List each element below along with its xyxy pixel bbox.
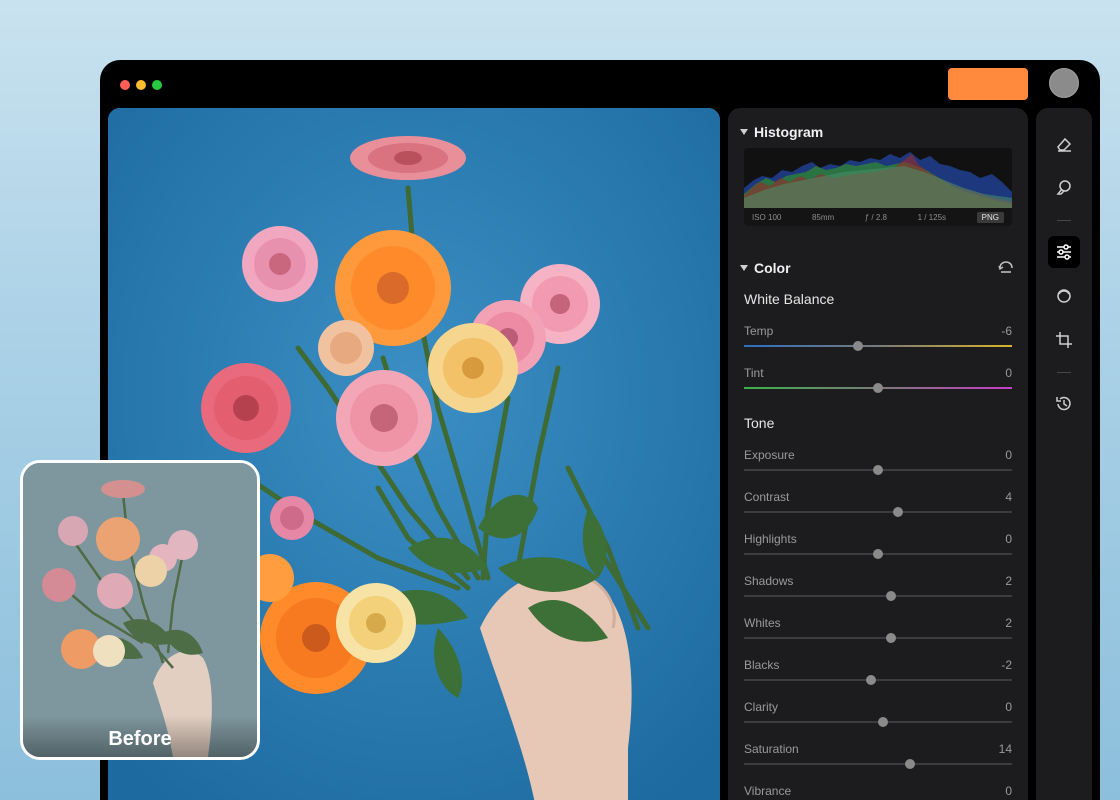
focal-length-value: 85mm	[811, 212, 835, 222]
slider-highlights[interactable]: Highlights 0	[744, 532, 1012, 562]
slider-thumb[interactable]	[873, 383, 883, 393]
color-title: Color	[754, 260, 791, 276]
slider-label: Contrast	[744, 490, 790, 504]
retouch-brush-icon	[1056, 180, 1071, 195]
slider-thumb[interactable]	[866, 675, 877, 685]
slider-thumb[interactable]	[893, 507, 904, 517]
slider-label: Whites	[744, 616, 781, 630]
iso-value: ISO 100	[752, 212, 782, 222]
slider-vibrance[interactable]: Vibrance 0	[744, 784, 1012, 800]
slider-thumb[interactable]	[878, 717, 889, 727]
slider-track[interactable]	[744, 595, 1012, 597]
slider-thumb[interactable]	[873, 549, 883, 559]
slider-value: 0	[1005, 366, 1012, 380]
slider-thumb[interactable]	[886, 591, 897, 601]
slider-label: Clarity	[744, 700, 779, 714]
history-icon	[1056, 396, 1071, 411]
before-preview[interactable]: Before	[20, 460, 260, 760]
face-retouch-icon	[1057, 289, 1071, 303]
color-header[interactable]: Color	[740, 260, 791, 276]
avatar[interactable]	[1049, 68, 1079, 98]
rail-divider	[1057, 220, 1071, 221]
minimize-window-button[interactable]	[136, 80, 146, 90]
histogram-chart: ISO 100 85mm ƒ / 2.8 1 / 125s PNG	[744, 148, 1012, 226]
slider-tint[interactable]: Tint 0	[744, 366, 1012, 396]
aperture-value: ƒ / 2.8	[864, 212, 887, 222]
eraser-icon	[1057, 137, 1072, 152]
slider-value: 2	[1005, 574, 1012, 588]
format-badge: PNG	[976, 211, 1004, 223]
tone-title: Tone	[744, 415, 775, 431]
export-button[interactable]	[948, 68, 1028, 100]
slider-value: 14	[998, 742, 1012, 756]
slider-label: Temp	[744, 324, 774, 338]
slider-label: Shadows	[744, 574, 794, 588]
slider-label: Blacks	[744, 658, 780, 672]
slider-thumb[interactable]	[852, 341, 863, 351]
slider-thumb[interactable]	[886, 633, 897, 643]
slider-label: Saturation	[744, 742, 799, 756]
eraser-tool[interactable]	[1048, 128, 1080, 160]
white-balance-title: White Balance	[744, 291, 835, 307]
tool-rail	[1036, 108, 1092, 800]
shutter-value: 1 / 125s	[917, 212, 947, 222]
histogram-title: Histogram	[754, 124, 824, 140]
maximize-window-button[interactable]	[152, 80, 162, 90]
slider-whites[interactable]: Whites 2	[744, 616, 1012, 646]
crop-icon	[1056, 332, 1072, 348]
slider-label: Highlights	[744, 532, 797, 546]
slider-blacks[interactable]: Blacks -2	[744, 658, 1012, 688]
slider-value: 0	[1005, 532, 1012, 546]
collapse-caret-icon	[740, 129, 748, 135]
slider-track[interactable]	[744, 345, 1012, 347]
reset-icon[interactable]	[998, 260, 1014, 274]
histogram-meta: ISO 100 85mm ƒ / 2.8 1 / 125s PNG	[744, 208, 1012, 226]
slider-shadows[interactable]: Shadows 2	[744, 574, 1012, 604]
adjustments-tool[interactable]	[1048, 236, 1080, 268]
slider-temp[interactable]: Temp -6	[744, 324, 1012, 354]
slider-track[interactable]	[744, 637, 1012, 639]
slider-value: -6	[1001, 324, 1012, 338]
slider-clarity[interactable]: Clarity 0	[744, 700, 1012, 730]
close-window-button[interactable]	[120, 80, 130, 90]
collapse-caret-icon	[740, 265, 748, 271]
slider-track[interactable]	[744, 679, 1012, 681]
slider-label: Tint	[744, 366, 764, 380]
slider-value: 4	[1005, 490, 1012, 504]
slider-value: 0	[1005, 700, 1012, 714]
rail-divider	[1057, 372, 1071, 373]
slider-saturation[interactable]: Saturation 14	[744, 742, 1012, 772]
histogram-graph	[744, 152, 1012, 210]
crop-tool[interactable]	[1048, 324, 1080, 356]
slider-value: 0	[1005, 784, 1012, 798]
adjustments-panel: Histogram ISO 100 85mm ƒ / 2.8 1 / 125s …	[728, 108, 1028, 800]
adjustments-icon	[1057, 244, 1071, 260]
slider-value: 2	[1005, 616, 1012, 630]
slider-thumb[interactable]	[905, 759, 916, 769]
slider-label: Exposure	[744, 448, 795, 462]
slider-label: Vibrance	[744, 784, 792, 798]
histogram-header[interactable]: Histogram	[740, 124, 823, 140]
slider-contrast[interactable]: Contrast 4	[744, 490, 1012, 520]
slider-track[interactable]	[744, 763, 1012, 765]
retouch-tool[interactable]	[1048, 172, 1080, 204]
before-label: Before	[23, 715, 257, 757]
slider-exposure[interactable]: Exposure 0	[744, 448, 1012, 478]
window-controls	[120, 80, 162, 90]
slider-value: -2	[1001, 658, 1012, 672]
slider-track[interactable]	[744, 511, 1012, 513]
before-photo-image	[23, 463, 257, 757]
slider-thumb[interactable]	[873, 465, 883, 475]
slider-value: 0	[1005, 448, 1012, 462]
history-tool[interactable]	[1048, 388, 1080, 420]
face-retouch-tool[interactable]	[1048, 280, 1080, 312]
